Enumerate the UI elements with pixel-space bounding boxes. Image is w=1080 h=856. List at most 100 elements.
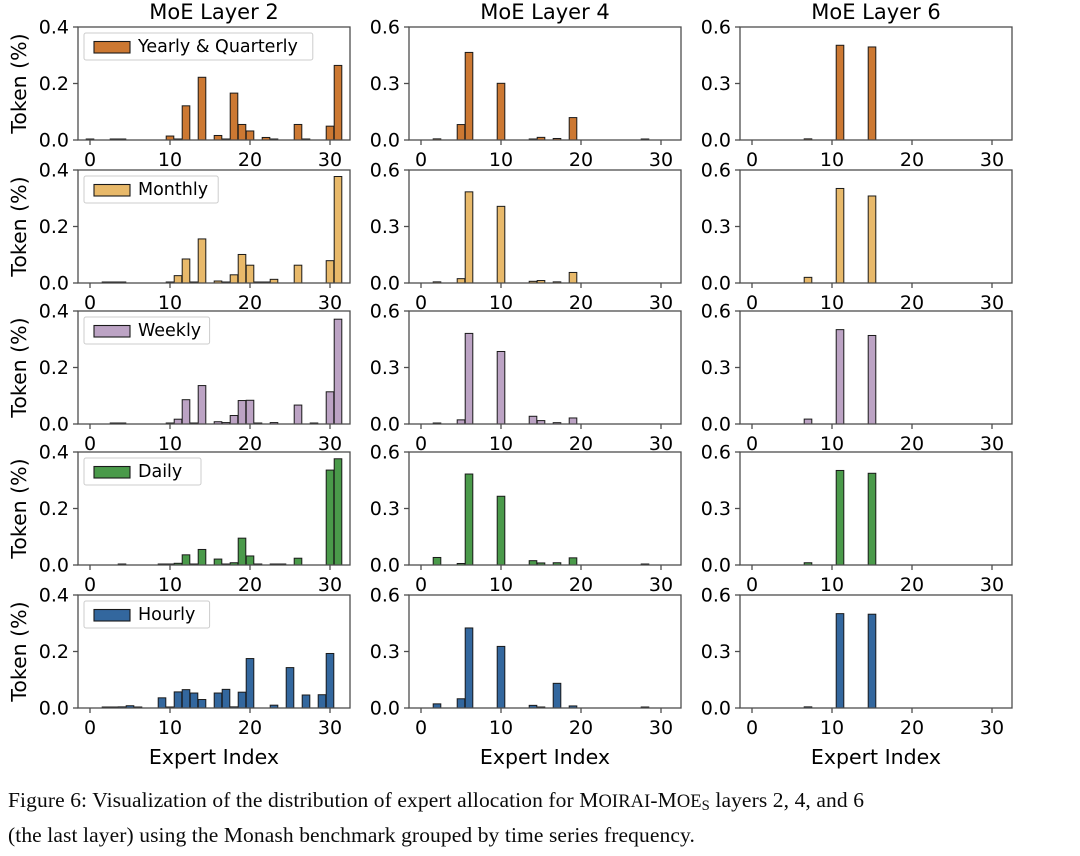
bar xyxy=(333,64,343,141)
bar xyxy=(835,469,845,566)
ytick-label: 0.3 xyxy=(370,357,400,379)
ytick-label: 0.4 xyxy=(39,585,69,607)
bar xyxy=(496,350,506,425)
xtick-label: 20 xyxy=(569,574,593,596)
bar xyxy=(496,205,506,284)
legend-weekly: Weekly xyxy=(83,316,211,345)
ytick-label: 0.6 xyxy=(370,17,400,39)
bar xyxy=(464,332,474,425)
ytick-label: 0.6 xyxy=(701,301,731,323)
xtick-label: 30 xyxy=(649,717,673,739)
bar xyxy=(245,130,255,141)
bar xyxy=(173,275,183,284)
caption-text-part-1: Visualization of the distribution of exp… xyxy=(87,788,580,812)
bar xyxy=(285,667,295,709)
xtick-label: 30 xyxy=(980,149,1004,171)
bar xyxy=(293,404,303,425)
xtick-label: 10 xyxy=(820,149,844,171)
xtick-label: 30 xyxy=(649,574,673,596)
ytick-label: 0.0 xyxy=(39,414,69,436)
xtick-label: 20 xyxy=(569,717,593,739)
bar xyxy=(325,125,335,141)
ytick-label: 0.4 xyxy=(39,17,69,39)
bar xyxy=(229,415,239,425)
bar xyxy=(835,187,845,284)
xtick-label: 30 xyxy=(318,717,342,739)
ytick-label: 0.0 xyxy=(39,698,69,720)
bar xyxy=(867,613,877,709)
xtick-label: 10 xyxy=(158,149,182,171)
subplot-r0-c1: 0.0 0.3 0.6 0 10 20 30 MoE Layer 4 xyxy=(370,0,682,171)
bar xyxy=(803,418,813,425)
legend-swatch xyxy=(93,324,131,338)
subplot-r1-c0: 0.00.20.40 10 20 30Token (%) Monthly xyxy=(7,160,351,314)
xtick-label: 0 xyxy=(84,149,96,171)
ytick-label: 0.0 xyxy=(701,555,731,577)
bar xyxy=(456,698,466,709)
ytick-label: 0.3 xyxy=(701,357,731,379)
caption-model-subscript-s: S xyxy=(701,798,710,815)
bar xyxy=(456,124,466,141)
ytick-label: 0.3 xyxy=(701,216,731,238)
ytick-label: 0.4 xyxy=(39,160,69,182)
bar xyxy=(803,276,813,284)
bar xyxy=(189,692,199,709)
bar xyxy=(173,418,183,425)
bar xyxy=(237,400,247,425)
subplot-r2-c2: 0.00.30.60 10 20 30 xyxy=(701,301,1013,455)
figure-caption: Figure 6: Visualization of the distribut… xyxy=(0,786,1080,850)
subplot-r4-c1: 0.0 0.3 0.6 0 10 20 30 Expert Index xyxy=(370,585,682,769)
ytick-label: 0.0 xyxy=(701,273,731,295)
bar xyxy=(325,391,335,425)
subplot-r2-c1: 0.00.30.60 10 20 30 xyxy=(370,301,682,455)
plot-background xyxy=(409,170,681,283)
xtick-label: 30 xyxy=(980,574,1004,596)
xtick-label: 20 xyxy=(900,574,924,596)
bar xyxy=(568,417,578,425)
legend-swatch xyxy=(93,183,131,197)
bar xyxy=(835,329,845,425)
bar xyxy=(867,195,877,284)
legend-label: Hourly xyxy=(138,605,195,625)
xtick-label: 30 xyxy=(649,149,673,171)
ytick-label: 0.0 xyxy=(701,414,731,436)
y-axis-label: Token (%) xyxy=(7,176,31,277)
ytick-label: 0.3 xyxy=(370,216,400,238)
xtick-label: 10 xyxy=(489,574,513,596)
xtick-label: 20 xyxy=(238,574,262,596)
bar xyxy=(317,694,327,709)
bar xyxy=(157,697,167,709)
caption-model-dash-m: -M xyxy=(650,788,677,812)
legend-label: Yearly & Quarterly xyxy=(137,37,298,57)
bar xyxy=(181,689,191,709)
xtick-label: 30 xyxy=(318,574,342,596)
bar xyxy=(568,117,578,141)
ytick-label: 0.6 xyxy=(701,160,731,182)
bar xyxy=(237,253,247,284)
plot-background xyxy=(409,452,681,565)
xtick-label: 0 xyxy=(84,574,96,596)
ytick-label: 0.0 xyxy=(370,698,400,720)
bar xyxy=(237,691,247,709)
bar xyxy=(432,556,442,566)
bar xyxy=(464,191,474,284)
subplot-r3-c2: 0.0 0.3 0.6 0 10 20 30 xyxy=(701,442,1013,596)
xtick-label: 10 xyxy=(489,149,513,171)
caption-model-name-oirai: OIRAI xyxy=(598,791,651,811)
bar xyxy=(181,258,191,284)
bar xyxy=(325,469,335,566)
xtick-label: 20 xyxy=(238,717,262,739)
bar xyxy=(245,658,255,709)
figure-canvas: 0.0 0.2 0.4 0 10 20 30 MoE Layer 2 Token (%) Year… xyxy=(7,0,1013,769)
ytick-label: 0.4 xyxy=(39,301,69,323)
ytick-label: 0.0 xyxy=(701,698,731,720)
plot-background xyxy=(409,311,681,424)
bar xyxy=(245,264,255,284)
bar xyxy=(333,458,343,566)
bar xyxy=(181,105,191,141)
caption-model-name-oe: OE xyxy=(676,791,702,811)
ytick-label: 0.2 xyxy=(39,498,69,520)
bar xyxy=(835,44,845,141)
ytick-label: 0.6 xyxy=(370,160,400,182)
ytick-label: 0.3 xyxy=(701,498,731,520)
